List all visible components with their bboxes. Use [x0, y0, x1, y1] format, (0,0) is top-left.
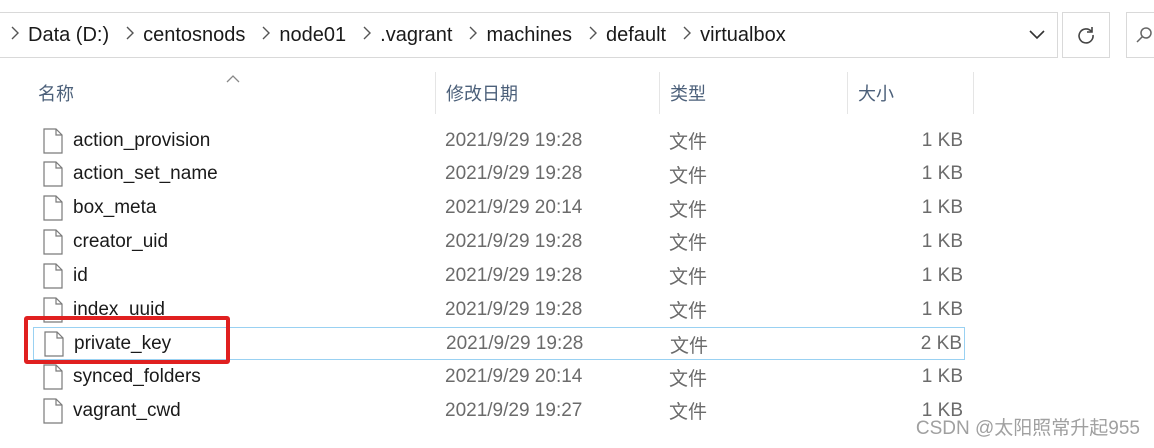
file-icon	[43, 229, 63, 255]
file-size: 1 KB	[921, 163, 963, 185]
chevron-down-icon	[1029, 30, 1045, 40]
breadcrumb-item[interactable]: virtualbox	[678, 24, 786, 47]
file-type: 文件	[669, 199, 708, 221]
file-date: 2021/9/29 19:28	[445, 230, 583, 252]
file-icon	[43, 161, 63, 187]
file-size: 1 KB	[921, 366, 963, 388]
file-type: 文件	[669, 368, 708, 390]
file-name: synced_folders	[73, 366, 201, 388]
file-name: id	[73, 264, 88, 286]
file-date: 2021/9/29 19:28	[445, 298, 583, 320]
breadcrumb-item[interactable]: Data (D:)	[6, 24, 109, 47]
breadcrumb-label: machines	[486, 23, 573, 46]
breadcrumb-label: node01	[279, 23, 347, 46]
file-name-cell: id	[43, 259, 88, 292]
file-size: 1 KB	[921, 264, 963, 286]
file-name-cell: action_set_name	[43, 158, 218, 191]
chevron-right-icon[interactable]	[257, 26, 275, 45]
navigation-bar: Data (D:) centosnods node01 .vagrant machine…	[0, 0, 1154, 64]
breadcrumb-label: default	[606, 23, 667, 46]
column-header-size[interactable]: 大小	[848, 72, 974, 114]
column-header-size-label: 大小	[858, 84, 894, 104]
file-row[interactable]: action_set_name 2021/9/29 19:28 文件 1 KB	[33, 158, 965, 191]
breadcrumb-item[interactable]: default	[584, 24, 666, 47]
file-type: 文件	[669, 402, 708, 424]
column-header-type-label: 类型	[670, 84, 706, 104]
file-row[interactable]: creator_uid 2021/9/29 19:28 文件 1 KB	[33, 225, 965, 258]
file-date: 2021/9/29 19:28	[445, 163, 583, 185]
file-name-cell: box_meta	[43, 192, 156, 225]
file-name: box_meta	[73, 197, 157, 219]
breadcrumb-label: centosnods	[143, 23, 246, 46]
file-row[interactable]: vagrant_cwd 2021/9/29 19:27 文件 1 KB	[33, 394, 965, 427]
file-icon	[43, 398, 63, 424]
file-row[interactable]: action_provision 2021/9/29 19:28 文件 1 KB	[33, 124, 965, 157]
column-headers: 名称 修改日期 类型 大小	[0, 72, 1154, 114]
file-icon	[43, 195, 63, 221]
breadcrumb-label: virtualbox	[700, 23, 786, 46]
annotation-highlight-box	[24, 316, 230, 364]
file-type: 文件	[669, 233, 708, 255]
column-header-name-label: 名称	[38, 84, 74, 104]
breadcrumb-item[interactable]: .vagrant	[358, 24, 452, 47]
file-name: action_set_name	[73, 163, 218, 185]
column-header-name[interactable]: 名称	[28, 72, 436, 114]
file-row[interactable]: id 2021/9/29 19:28 文件 1 KB	[33, 259, 965, 292]
file-type: 文件	[669, 301, 708, 322]
refresh-icon	[1078, 27, 1094, 44]
breadcrumb-label: .vagrant	[380, 23, 453, 46]
chevron-right-icon[interactable]	[464, 26, 482, 45]
chevron-right-icon[interactable]	[6, 26, 24, 45]
refresh-button[interactable]	[1062, 12, 1110, 58]
address-history-dropdown[interactable]	[1017, 13, 1057, 57]
file-row[interactable]: synced_folders 2021/9/29 20:14 文件 1 KB	[33, 361, 965, 394]
chevron-right-icon[interactable]	[121, 26, 139, 45]
file-name-cell: vagrant_cwd	[43, 394, 181, 427]
file-name: vagrant_cwd	[73, 399, 181, 421]
file-size: 1 KB	[921, 230, 963, 252]
file-type: 文件	[669, 165, 708, 187]
search-icon	[1136, 27, 1152, 43]
address-bar[interactable]: Data (D:) centosnods node01 .vagrant machine…	[0, 12, 1058, 58]
file-name: creator_uid	[73, 230, 169, 252]
file-date: 2021/9/29 19:28	[445, 129, 583, 151]
file-date: 2021/9/29 19:28	[445, 264, 583, 286]
file-date: 2021/9/29 20:14	[445, 197, 583, 219]
file-icon	[43, 364, 63, 390]
file-name-cell: action_provision	[43, 124, 210, 157]
breadcrumb-label: Data (D:)	[28, 23, 110, 46]
chevron-right-icon[interactable]	[358, 26, 376, 45]
file-date: 2021/9/29 20:14	[445, 366, 583, 388]
watermark: CSDN @太阳照常升起955	[915, 418, 1140, 439]
breadcrumb: Data (D:) centosnods node01 .vagrant machine…	[0, 24, 798, 47]
column-header-type[interactable]: 类型	[660, 72, 848, 114]
column-header-date-label: 修改日期	[446, 84, 518, 104]
file-type: 文件	[670, 335, 709, 357]
file-size: 2 KB	[920, 333, 962, 355]
file-type: 文件	[669, 267, 708, 289]
breadcrumb-item[interactable]: node01	[257, 24, 346, 47]
file-icon	[43, 263, 63, 289]
search-input[interactable]	[1126, 12, 1154, 58]
file-name-cell: synced_folders	[43, 361, 201, 394]
column-header-date[interactable]: 修改日期	[436, 72, 660, 114]
file-date: 2021/9/29 19:27	[445, 399, 583, 421]
file-date: 2021/9/29 19:28	[446, 333, 584, 355]
file-type: 文件	[669, 132, 708, 153]
chevron-right-icon[interactable]	[584, 26, 602, 45]
file-size: 1 KB	[921, 298, 963, 320]
file-size: 1 KB	[921, 129, 963, 151]
breadcrumb-item[interactable]: machines	[464, 24, 572, 47]
file-row[interactable]: box_meta 2021/9/29 20:14 文件 1 KB	[33, 192, 965, 225]
chevron-right-icon[interactable]	[678, 26, 696, 45]
file-icon	[43, 127, 63, 154]
breadcrumb-item[interactable]: centosnods	[121, 24, 245, 47]
file-size: 1 KB	[921, 197, 963, 219]
file-name-cell: creator_uid	[43, 225, 168, 258]
file-name: action_provision	[73, 129, 211, 151]
